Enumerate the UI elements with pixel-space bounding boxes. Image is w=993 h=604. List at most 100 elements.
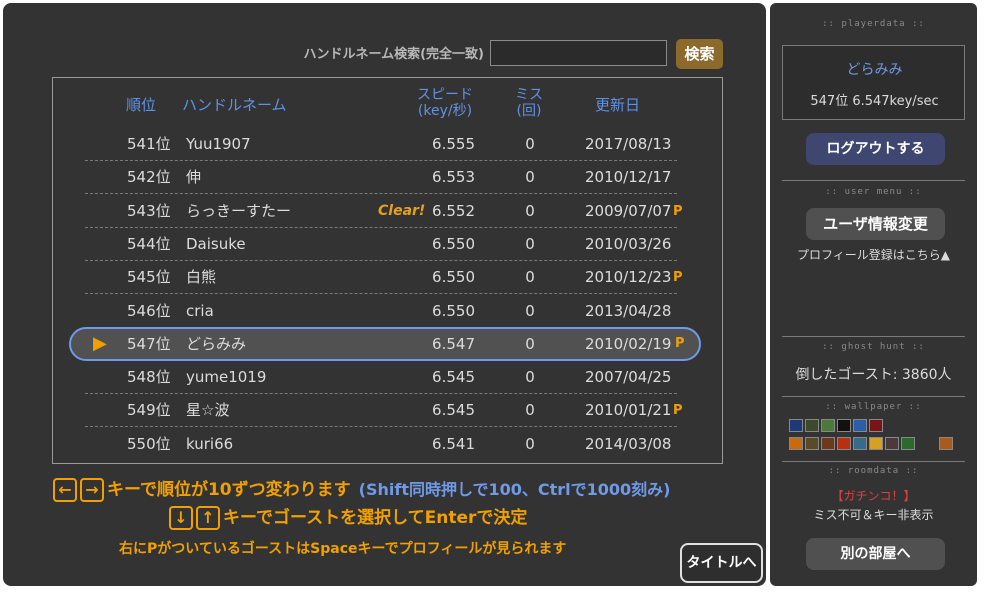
row-date: 2010/12/17 [585, 168, 672, 187]
playerdata-title: :: playerdata :: [822, 19, 925, 29]
profile-badge: P [673, 203, 683, 219]
instruction-select-keys: ↓ ↑ キーでゴーストを選択してEnterで決定 [169, 503, 527, 530]
row-speed: 6.545 [432, 401, 475, 420]
player-stats: 547位 6.547key/sec [810, 94, 939, 109]
wallpaper-swatch[interactable] [939, 437, 953, 450]
row-miss: 0 [525, 135, 535, 153]
header-speed-label: スピード [417, 87, 473, 103]
wallpaper-swatch[interactable] [837, 437, 851, 450]
up-arrow-key-icon: ↑ [196, 506, 220, 530]
row-handle-name: らっきーすたー [186, 201, 292, 220]
divider [782, 396, 965, 397]
row-rank: 547位 [127, 334, 171, 353]
row-handle-name: Daisuke [186, 234, 246, 253]
wallpaper-swatch[interactable] [869, 437, 883, 450]
ranking-row[interactable]: 541位 Yuu1907 6.555 0 2017/08/13 [85, 128, 677, 161]
search-label: ハンドルネーム検索(完全一致) [303, 47, 485, 62]
wallpaper-swatch[interactable] [853, 437, 867, 450]
right-arrow-key-icon: → [80, 478, 104, 502]
search-button[interactable]: 検索 [676, 39, 723, 69]
player-name: どらみみ [846, 62, 903, 78]
row-speed: 6.550 [432, 234, 475, 253]
row-miss: 0 [525, 234, 535, 253]
player-data-box: どらみみ 547位 6.547key/sec [782, 45, 965, 120]
row-handle-name: 伸 [186, 168, 202, 187]
ghost-count: 倒したゴースト: 3860人 [795, 367, 952, 383]
wallpaper-title: :: wallpaper :: [825, 402, 922, 412]
row-handle-name: cria [186, 301, 214, 320]
instruction-rank-text: キーで順位が10ずつ変わります [107, 480, 351, 500]
profile-badge: P [673, 270, 683, 286]
row-miss: 0 [525, 201, 535, 220]
row-rank: 542位 [127, 168, 171, 187]
wallpaper-swatch[interactable] [869, 419, 883, 432]
wallpaper-swatch[interactable] [821, 419, 835, 432]
row-miss: 0 [525, 401, 535, 420]
change-room-button[interactable]: 別の部屋へ [806, 538, 945, 570]
usermenu-title: :: user menu :: [825, 187, 922, 197]
wallpaper-swatch[interactable] [821, 437, 835, 450]
sidebar: :: playerdata :: どらみみ 547位 6.547key/sec … [770, 3, 977, 586]
divider [782, 336, 965, 337]
room-description: ミス不可＆キー非表示 [813, 508, 934, 522]
divider [782, 180, 965, 181]
wallpaper-swatch[interactable] [789, 437, 803, 450]
ranking-row[interactable]: 546位 cria 6.550 0 2013/04/28 [85, 295, 677, 328]
selected-arrow-icon: ▶ [93, 332, 107, 354]
row-handle-name: kuri66 [186, 434, 234, 453]
row-speed: 6.550 [432, 268, 475, 287]
row-speed: 6.550 [432, 301, 475, 320]
wallpaper-swatch[interactable] [805, 419, 819, 432]
ghosthunt-title: :: ghost hunt :: [822, 342, 925, 352]
divider [782, 461, 965, 462]
profile-badge: P [673, 403, 683, 419]
row-date: 2007/04/25 [585, 368, 672, 387]
row-date: 2010/02/19 [585, 334, 672, 353]
instruction-rank-keys: ← → キーで順位が10ずつ変わります (Shift同時押しで100、Ctrlで100… [53, 475, 671, 502]
roomdata-title: :: roomdata :: [828, 466, 919, 476]
row-handle-name: 白熊 [186, 268, 217, 287]
ranking-row[interactable]: 544位 Daisuke 6.550 0 2010/03/26 [85, 228, 677, 261]
ranking-row[interactable]: 545位 白熊 6.550 0 2010/12/23 P [85, 261, 683, 295]
instruction-profile: 右にPがついているゴーストはSpaceキーでプロフィールが見られます [119, 541, 567, 557]
row-speed: 6.553 [432, 168, 475, 187]
wallpaper-swatch[interactable] [837, 419, 851, 432]
profile-register-link[interactable]: プロフィール登録はこちら▲ [770, 246, 977, 263]
wallpaper-swatch[interactable] [789, 419, 803, 432]
ranking-row[interactable]: 542位伸 6.553 0 2010/12/17 [85, 161, 677, 195]
wallpaper-swatch[interactable] [901, 437, 915, 450]
ranking-row[interactable]: 543位 らっきーすたー Clear! 6.552 0 2009/07/07 P [85, 195, 683, 228]
header-miss: ミス (回) [508, 87, 550, 119]
header-name: ハンドルネーム [182, 96, 287, 114]
search-input[interactable] [490, 40, 667, 66]
row-miss: 0 [525, 334, 535, 353]
down-arrow-key-icon: ↓ [169, 506, 193, 530]
header-speed: スピード (key/秒) [405, 87, 485, 119]
row-speed: 6.541 [432, 434, 475, 453]
row-date: 2013/04/28 [585, 301, 672, 320]
row-miss: 0 [525, 268, 535, 287]
ranking-row[interactable]: 550位 kuri66 6.541 0 2014/03/08 [85, 428, 677, 461]
row-rank: 543位 [127, 201, 171, 220]
ranking-row[interactable]: 549位 星☆波 6.545 0 2010/01/21 P [85, 394, 683, 428]
row-rank: 550位 [127, 434, 171, 453]
wallpaper-swatch[interactable] [853, 419, 867, 432]
ranking-row[interactable]: 548位 yume1019 6.545 0 2007/04/25 [85, 361, 677, 395]
row-miss: 0 [525, 368, 535, 387]
row-speed: 6.555 [432, 135, 475, 153]
row-miss: 0 [525, 301, 535, 320]
profile-edit-button[interactable]: ユーザ情報変更 [806, 208, 945, 240]
game-main-panel: ハンドルネーム検索(完全一致) 検索 順位 ハンドルネーム スピード (key/… [3, 3, 766, 586]
logout-button[interactable]: ログアウトする [806, 133, 945, 165]
ranking-row-selected[interactable]: ▶ 547位 どらみみ 6.547 0 2010/02/19 P [69, 326, 701, 361]
wallpaper-swatch[interactable] [805, 437, 819, 450]
row-rank: 549位 [127, 401, 171, 420]
header-miss-unit: (回) [516, 103, 542, 119]
header-miss-label: ミス [515, 87, 543, 103]
title-button[interactable]: タイトルへ [680, 543, 763, 583]
profile-badge: P [675, 335, 685, 351]
wallpaper-swatch[interactable] [885, 437, 899, 450]
instruction-rank-sub: (Shift同時押しで100、Ctrlで1000刻み) [358, 480, 671, 499]
row-speed: 6.552 [432, 201, 475, 220]
instruction-select-text: キーでゴーストを選択してEnterで決定 [223, 508, 528, 528]
